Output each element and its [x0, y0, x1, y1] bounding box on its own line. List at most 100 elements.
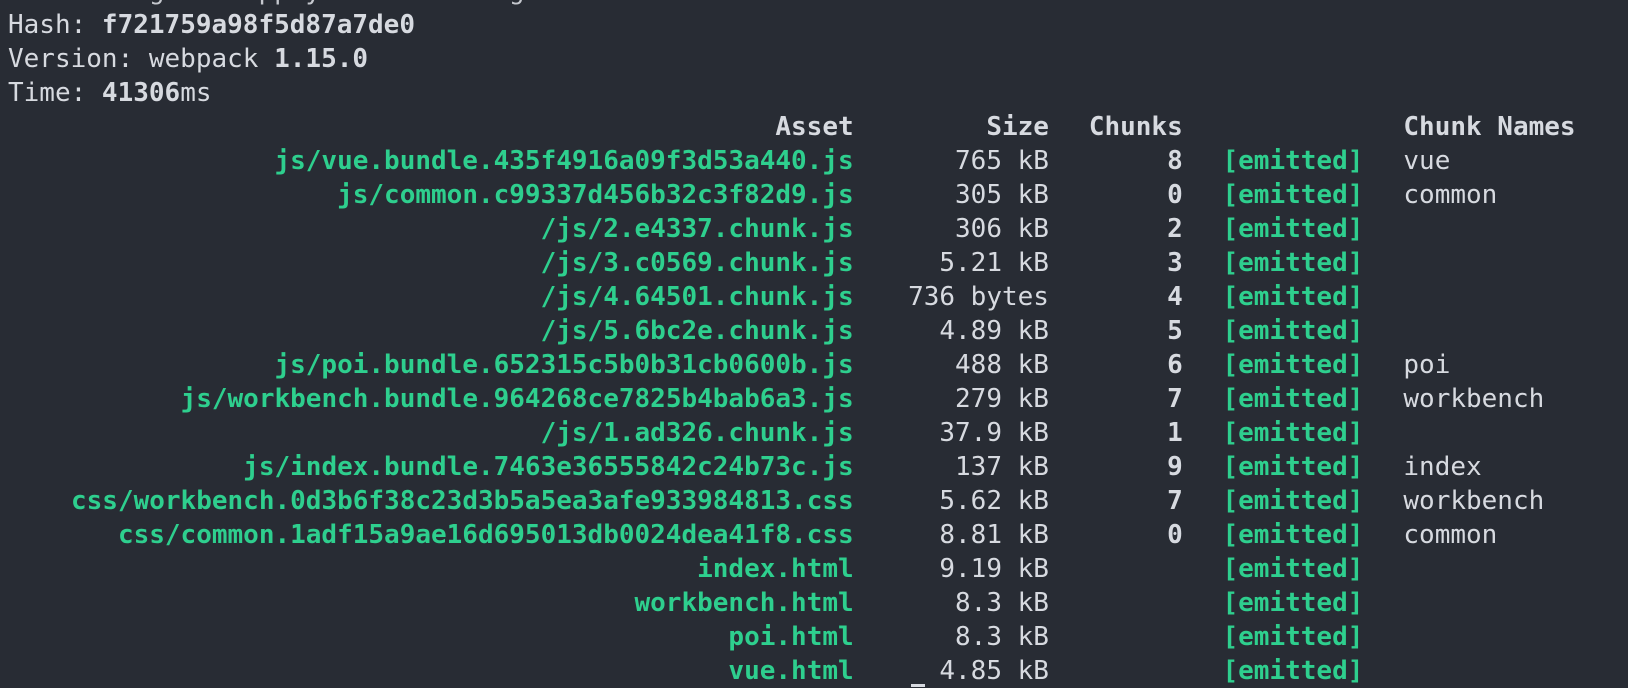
asset-chunks: 1	[1167, 418, 1183, 448]
asset-chunk-name: common	[1403, 180, 1498, 210]
header-chunks: Chunks	[1088, 112, 1183, 142]
asset-chunk-name	[1363, 246, 1628, 280]
asset-chunks: 0	[1167, 520, 1183, 550]
asset-status: [emitted]	[1222, 520, 1364, 550]
asset-chunk-name	[1363, 280, 1628, 314]
table-row: css/workbench.0d3b6f38c23d3b5a5ea3afe933…	[8, 484, 1628, 518]
asset-name: /js/1.ad326.chunk.js	[540, 418, 854, 448]
asset-size: 9.19 kB	[939, 554, 1049, 584]
asset-size: 305 kB	[955, 180, 1049, 210]
asset-table-body: js/vue.bundle.435f4916a09f3d53a440.js 76…	[8, 144, 1628, 688]
asset-name: js/common.c99337d456b32c3f82d9.js	[337, 180, 854, 210]
table-row: /js/2.e4337.chunk.js 306 kB 2 [emitted]	[8, 212, 1628, 246]
time-value: 41306	[101, 78, 181, 108]
asset-chunks: 7	[1167, 384, 1183, 414]
table-row: js/poi.bundle.652315c5b0b31cb0600b.js 48…	[8, 348, 1628, 382]
time-unit: ms	[180, 78, 212, 108]
asset-size: 8.3 kB	[955, 588, 1049, 618]
asset-name: css/common.1adf15a9ae16d695013db0024dea4…	[117, 520, 854, 550]
table-row: poi.html 8.3 kB [emitted]	[8, 620, 1628, 654]
asset-chunks	[1049, 586, 1183, 620]
version-label: Version: webpack	[8, 44, 275, 74]
table-row: css/common.1adf15a9ae16d695013db0024dea4…	[8, 518, 1628, 552]
asset-size: 8.81 kB	[939, 520, 1049, 550]
asset-chunks: 5	[1167, 316, 1183, 346]
asset-size: 279 kB	[955, 384, 1049, 414]
asset-status: [emitted]	[1222, 282, 1364, 312]
hash-label: Hash:	[8, 10, 102, 40]
version-value: 1.15.0	[274, 44, 369, 74]
asset-chunks: 7	[1167, 486, 1183, 516]
asset-status: [emitted]	[1222, 248, 1364, 278]
table-row: index.html 9.19 kB [emitted]	[8, 552, 1628, 586]
asset-size: 765 kB	[955, 146, 1049, 176]
asset-chunk-name: common	[1403, 520, 1498, 550]
table-row: vue.html 4.85 kB [emitted]	[8, 654, 1628, 688]
terminal-window[interactable]: rebuilding ... apply ... building ... Ha…	[0, 0, 1628, 688]
header-chunk-names: Chunk Names	[1403, 112, 1576, 142]
asset-chunk-name: workbench	[1403, 486, 1545, 516]
asset-chunk-name: vue	[1403, 146, 1451, 176]
table-row: /js/5.6bc2e.chunk.js 4.89 kB 5 [emitted]	[8, 314, 1628, 348]
asset-status: [emitted]	[1222, 146, 1364, 176]
asset-chunks: 9	[1167, 452, 1183, 482]
asset-size: 37.9 kB	[939, 418, 1049, 448]
asset-status: [emitted]	[1222, 384, 1364, 414]
asset-chunk-name	[1363, 552, 1628, 586]
table-row: js/common.c99337d456b32c3f82d9.js 305 kB…	[8, 178, 1628, 212]
table-row: js/workbench.bundle.964268ce7825b4bab6a3…	[8, 382, 1628, 416]
asset-size: 306 kB	[955, 214, 1049, 244]
asset-chunk-name: index	[1403, 452, 1482, 482]
table-row: js/index.bundle.7463e36555842c24b73c.js …	[8, 450, 1628, 484]
asset-chunk-name	[1363, 416, 1628, 450]
asset-chunks	[1049, 552, 1183, 586]
asset-status: [emitted]	[1222, 452, 1364, 482]
terminal-cursor	[911, 684, 925, 687]
asset-chunks: 2	[1167, 214, 1183, 244]
asset-chunk-name: workbench	[1403, 384, 1545, 414]
asset-status: [emitted]	[1222, 214, 1364, 244]
time-label: Time:	[8, 78, 102, 108]
partial-output-line: rebuilding ... apply ... building ...	[8, 0, 1628, 8]
asset-status: [emitted]	[1222, 588, 1364, 618]
asset-table-header: Asset Size Chunks Chunk Names	[8, 110, 1628, 144]
asset-size: 4.85 kB	[939, 656, 1049, 686]
asset-name: js/workbench.bundle.964268ce7825b4bab6a3…	[180, 384, 854, 414]
asset-size: 488 kB	[955, 350, 1049, 380]
asset-status: [emitted]	[1222, 418, 1364, 448]
asset-size: 5.21 kB	[939, 248, 1049, 278]
asset-name: css/workbench.0d3b6f38c23d3b5a5ea3afe933…	[70, 486, 854, 516]
hash-value: f721759a98f5d87a7de0	[101, 10, 415, 40]
asset-status: [emitted]	[1222, 180, 1364, 210]
asset-size: 5.62 kB	[939, 486, 1049, 516]
asset-name: /js/5.6bc2e.chunk.js	[540, 316, 854, 346]
asset-name: /js/3.c0569.chunk.js	[540, 248, 854, 278]
asset-chunk-name: poi	[1403, 350, 1451, 380]
asset-name: js/vue.bundle.435f4916a09f3d53a440.js	[274, 146, 854, 176]
asset-chunks: 8	[1167, 146, 1183, 176]
asset-name: /js/4.64501.chunk.js	[540, 282, 854, 312]
asset-name: poi.html	[728, 622, 854, 652]
asset-status: [emitted]	[1222, 554, 1364, 584]
hash-line: Hash: f721759a98f5d87a7de0	[8, 8, 1628, 42]
asset-name: workbench.html	[634, 588, 854, 618]
header-status	[1183, 110, 1364, 144]
asset-chunk-name	[1363, 654, 1628, 688]
asset-chunk-name	[1363, 212, 1628, 246]
asset-size: 8.3 kB	[955, 622, 1049, 652]
version-line: Version: webpack 1.15.0	[8, 42, 1628, 76]
asset-status: [emitted]	[1222, 486, 1364, 516]
table-row: js/vue.bundle.435f4916a09f3d53a440.js 76…	[8, 144, 1628, 178]
asset-chunk-name	[1363, 314, 1628, 348]
asset-name: js/poi.bundle.652315c5b0b31cb0600b.js	[274, 350, 854, 380]
table-row: /js/3.c0569.chunk.js 5.21 kB 3 [emitted]	[8, 246, 1628, 280]
asset-chunks: 4	[1167, 282, 1183, 312]
asset-status: [emitted]	[1222, 316, 1364, 346]
table-row: /js/4.64501.chunk.js 736 bytes 4 [emitte…	[8, 280, 1628, 314]
asset-size: 736 bytes	[908, 282, 1049, 312]
asset-size: 137 kB	[955, 452, 1049, 482]
asset-status: [emitted]	[1222, 350, 1364, 380]
asset-chunks: 6	[1167, 350, 1183, 380]
asset-chunks	[1049, 620, 1183, 654]
asset-name: js/index.bundle.7463e36555842c24b73c.js	[243, 452, 854, 482]
